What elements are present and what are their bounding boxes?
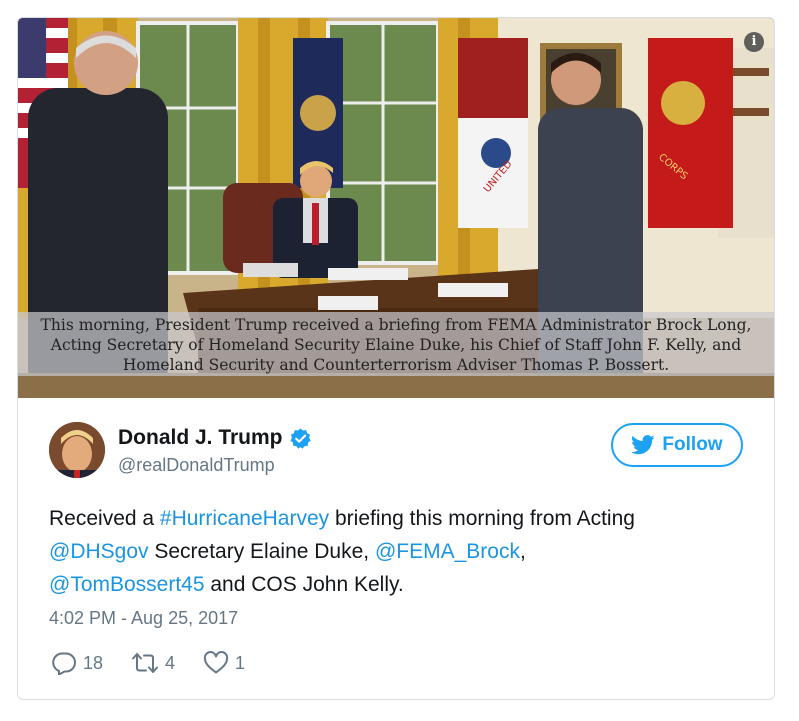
timestamp[interactable]: 4:02 PM - Aug 25, 2017: [49, 608, 238, 629]
info-icon[interactable]: i: [744, 32, 764, 52]
like-button[interactable]: 1: [203, 651, 245, 675]
action-bar: 18 4 1: [51, 651, 273, 675]
tweet-text: Received a #HurricaneHarvey briefing thi…: [49, 502, 749, 601]
tweet-text-segment: and COS John Kelly.: [204, 573, 404, 596]
avatar-image: [49, 422, 105, 478]
tweet-photo[interactable]: UNITED CORPS This morning, President Tru…: [18, 18, 774, 398]
mention-link[interactable]: @FEMA_Brock: [375, 540, 520, 563]
retweet-count: 4: [165, 652, 176, 673]
reply-icon: [52, 652, 76, 675]
handle[interactable]: @realDonaldTrump: [118, 455, 275, 476]
author-name-row: Donald J. Trump: [118, 426, 312, 450]
tweet-text-segment: Received a: [49, 507, 160, 530]
avatar[interactable]: [49, 422, 105, 478]
mention-link[interactable]: @DHSgov: [49, 540, 149, 563]
follow-label: Follow: [662, 434, 723, 455]
like-count: 1: [235, 652, 246, 673]
retweet-icon: [132, 653, 159, 673]
tweet-text-segment: briefing this morning from Acting: [329, 507, 635, 530]
follow-button[interactable]: Follow: [611, 423, 743, 467]
reply-button[interactable]: 18: [51, 651, 103, 675]
tweet-card: UNITED CORPS This morning, President Tru…: [17, 17, 775, 700]
tweet-text-segment: ,: [519, 540, 526, 563]
mention-link[interactable]: @TomBossert45: [49, 573, 205, 596]
twitter-bird-icon: [631, 435, 656, 455]
heart-icon: [203, 651, 229, 674]
photo-caption: This morning, President Trump received a…: [18, 312, 774, 376]
reply-count: 18: [83, 652, 104, 673]
tweet-text-segment: Secretary Elaine Duke,: [148, 540, 375, 563]
hashtag-link[interactable]: #HurricaneHarvey: [160, 507, 329, 530]
verified-badge-icon: [289, 427, 312, 450]
display-name[interactable]: Donald J. Trump: [118, 426, 283, 450]
retweet-button[interactable]: 4: [131, 651, 175, 675]
